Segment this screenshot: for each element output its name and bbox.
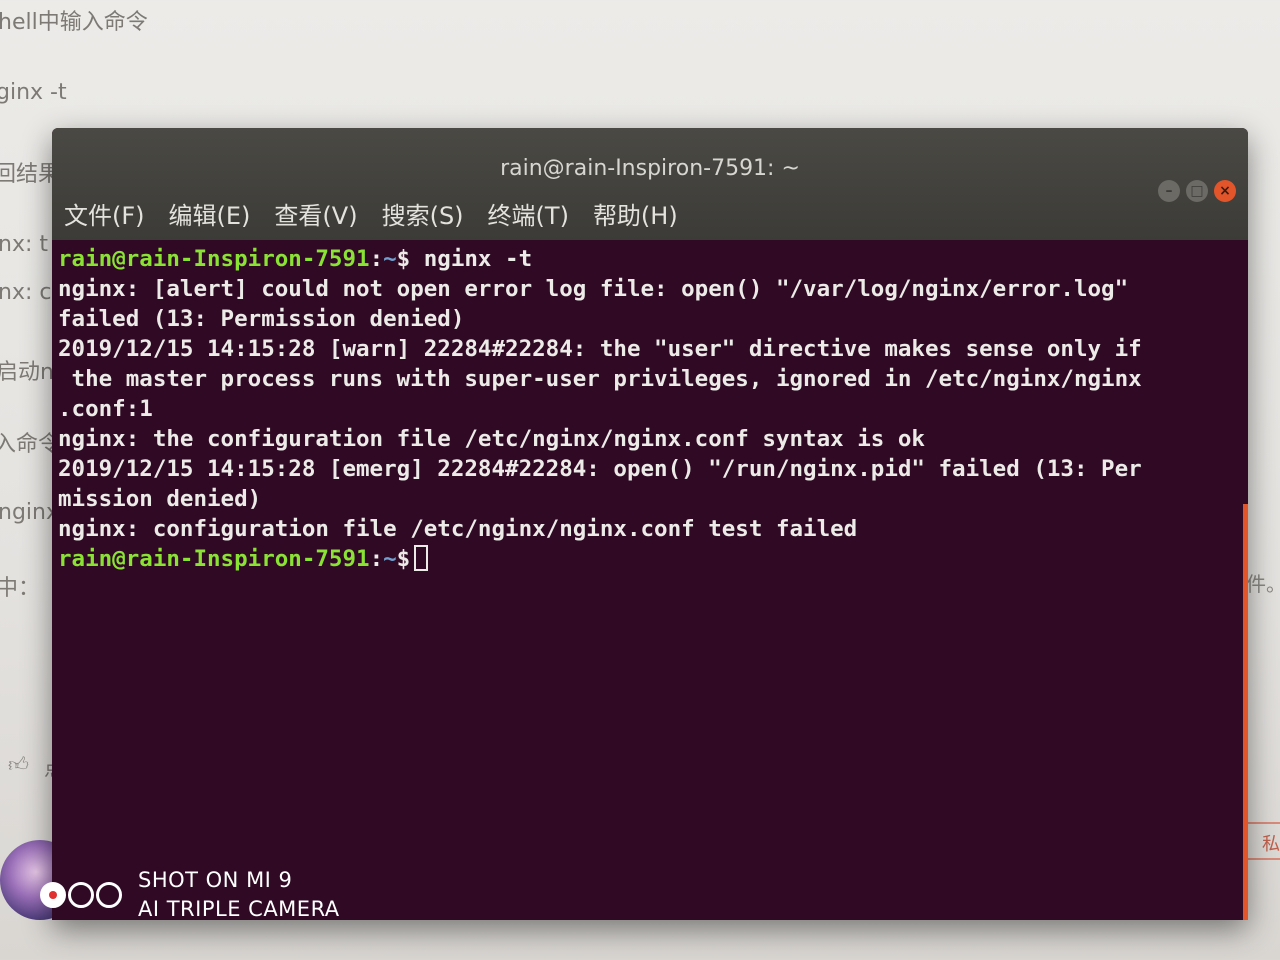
output-line: failed (13: Permission denied) xyxy=(58,306,465,332)
watermark-line-1: SHOT ON MI 9 xyxy=(138,868,293,892)
scrollbar[interactable] xyxy=(1243,504,1248,920)
prompt-path: ~ xyxy=(383,546,397,572)
output-line: 2019/12/15 14:15:28 [emerg] 22284#22284:… xyxy=(58,456,1142,482)
bg-line-5: nx: c xyxy=(0,280,52,305)
thumbs-up-icon[interactable]: 👍︎ xyxy=(8,752,30,776)
output-line: nginx: configuration file /etc/nginx/ngi… xyxy=(58,516,858,542)
command-line: rain@rain-Inspiron-7591:~$ nginx -t xyxy=(58,244,1240,274)
prompt-symbol: $ xyxy=(396,246,411,272)
output-line: the master process runs with super-user … xyxy=(58,366,1142,392)
output-line: 2019/12/15 14:15:28 [warn] 22284#22284: … xyxy=(58,336,1142,362)
bg-line-8: nginx xyxy=(0,500,59,525)
watermark-text: SHOT ON MI 9 AI TRIPLE CAMERA xyxy=(138,866,340,924)
close-icon[interactable]: × xyxy=(1214,180,1236,202)
prompt-user-host: rain@rain-Inspiron-7591 xyxy=(58,246,370,272)
window-title: rain@rain-Inspiron-7591: ~ xyxy=(500,156,800,181)
bg-line-4: nx: t xyxy=(0,232,48,257)
camera-watermark: SHOT ON MI 9 AI TRIPLE CAMERA xyxy=(40,866,340,924)
text-cursor xyxy=(414,545,429,571)
bg-line-2: ginx -t xyxy=(0,80,67,105)
menu-view[interactable]: 查看(V) xyxy=(274,196,357,231)
menu-edit[interactable]: 编辑(E) xyxy=(169,196,251,231)
output-line: mission denied) xyxy=(58,486,262,512)
terminal-output[interactable]: rain@rain-Inspiron-7591:~$ nginx -t ngin… xyxy=(52,240,1248,920)
prompt-separator: : xyxy=(369,546,384,572)
prompt-user-host: rain@rain-Inspiron-7591 xyxy=(58,546,370,572)
minimize-icon[interactable]: – xyxy=(1158,180,1180,202)
bg-line-6: 启动n xyxy=(0,360,54,385)
window-controls: – □ × xyxy=(1158,180,1236,202)
output-line: nginx: the configuration file /etc/nginx… xyxy=(58,426,925,452)
prompt-path: ~ xyxy=(383,246,397,272)
menu-file[interactable]: 文件(F) xyxy=(64,196,145,231)
menu-help[interactable]: 帮助(H) xyxy=(593,196,678,231)
camera-lens-icon xyxy=(40,882,122,908)
terminal-window[interactable]: rain@rain-Inspiron-7591: ~ – □ × 文件(F) 编… xyxy=(52,128,1248,920)
terminal-titlebar[interactable]: rain@rain-Inspiron-7591: ~ – □ × 文件(F) 编… xyxy=(52,128,1248,240)
bg-line-1: hell中输入命令 xyxy=(0,10,148,35)
active-prompt-line[interactable]: rain@rain-Inspiron-7591:~$ xyxy=(58,544,1240,574)
watermark-line-2: AI TRIPLE CAMERA xyxy=(138,897,340,921)
bg-line-9: 中： xyxy=(0,576,41,601)
bg-line-3: 回结果 xyxy=(0,162,61,187)
output-line: nginx: [alert] could not open error log … xyxy=(58,276,1129,302)
menu-search[interactable]: 搜索(S) xyxy=(382,196,464,231)
output-line: .conf:1 xyxy=(58,396,153,422)
menu-terminal[interactable]: 终端(T) xyxy=(488,196,569,231)
command-text: nginx -t xyxy=(410,246,533,272)
menu-bar: 文件(F) 编辑(E) 查看(V) 搜索(S) 终端(T) 帮助(H) xyxy=(64,196,678,231)
maximize-icon[interactable]: □ xyxy=(1186,180,1208,202)
prompt-separator: : xyxy=(369,246,384,272)
bg-line-7: 入命令 xyxy=(0,432,61,457)
prompt-symbol: $ xyxy=(396,546,411,572)
